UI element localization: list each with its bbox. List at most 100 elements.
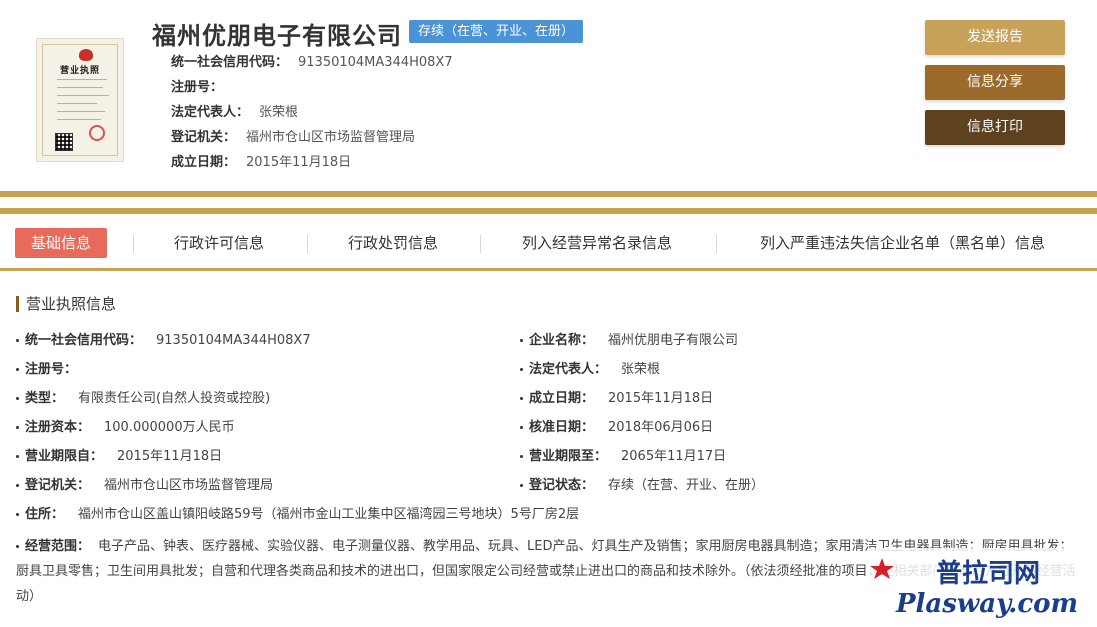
bullet [520,455,523,458]
header-field-authority: 登记机关： 福州市仓山区市场监督管理局 [171,126,415,145]
field-value: 91350104MA344H08X7 [298,55,453,70]
field-label: 经营范围： [25,539,91,554]
bullet [16,455,19,458]
field-label: 注册资本： [25,420,91,435]
section-title: 营业执照信息 [16,294,116,314]
company-name: 福州优朋电子有限公司 [152,22,402,50]
send-report-button[interactable]: 发送报告 [925,20,1065,55]
bullet [16,484,19,487]
tab-abnormal-list[interactable]: 列入经营异常名录信息 [522,228,672,258]
field-label: 营业期限自： [25,449,104,464]
bullet [16,339,19,342]
field-credit-code: 统一社会信用代码： 91350104MA344H08X7 [16,332,311,350]
license-title: 营业执照 [59,66,100,76]
bullet [16,513,19,516]
field-type: 类型： 有限责任公司(自然人投资或控股) [16,390,270,408]
field-term-to: 营业期限至： 2065年11月17日 [520,448,726,466]
share-info-button[interactable]: 信息分享 [925,65,1065,100]
field-value: 张荣根 [259,105,299,120]
field-term-from: 营业期限自： 2015年11月18日 [16,448,222,466]
field-value: 100.000000万人民币 [104,420,235,435]
tab-separator [133,235,134,253]
header-field-reg-no: 注册号： [171,76,233,95]
page: 营业执照 福州优朋电子有限公司 存续（在营、开业、在册） 统一社会信用代码： 91… [0,0,1097,627]
header-field-established: 成立日期： 2015年11月18日 [171,151,351,170]
watermark-brand-cn: 普拉司网 [936,558,1040,589]
field-value: 张荣根 [621,362,661,377]
qr-code-icon [55,133,73,151]
field-label: 成立日期： [529,391,595,406]
license-line [57,103,97,104]
status-badge: 存续（在营、开业、在册） [409,20,584,43]
field-label: 类型： [25,391,65,406]
field-status: 登记状态： 存续（在营、开业、在册） [520,477,764,495]
field-label: 成立日期： [171,155,237,170]
license-line [57,95,109,96]
business-license-icon[interactable]: 营业执照 [36,38,124,162]
bullet [520,368,523,371]
field-value: 存续（在营、开业、在册） [608,478,765,493]
bullet [520,426,523,429]
header-field-credit-code: 统一社会信用代码： 91350104MA344H08X7 [171,51,453,70]
bullet [520,484,523,487]
field-value: 91350104MA344H08X7 [156,333,311,348]
field-label: 统一社会信用代码： [171,55,289,70]
field-label: 登记机关： [25,478,91,493]
field-authority: 登记机关： 福州市仓山区市场监督管理局 [16,477,273,495]
field-value: 2015年11月18日 [608,391,714,406]
field-value: 福州优朋电子有限公司 [608,333,739,348]
field-reg-no: 注册号： [16,361,91,379]
field-label: 营业期限至： [529,449,608,464]
field-label: 登记机关： [171,130,237,145]
bullet [16,426,19,429]
license-frame: 营业执照 [42,44,118,156]
field-value: 2015年11月18日 [117,449,223,464]
watermark-brand-en: Plasway.com [895,589,1078,619]
field-label: 住所： [25,507,65,522]
field-value: 福州市仓山区市场监督管理局 [246,130,416,145]
red-seal-icon [89,125,105,141]
field-company-name: 企业名称： 福州优朋电子有限公司 [520,332,738,350]
license-line [57,79,107,80]
field-capital: 注册资本： 100.000000万人民币 [16,419,235,437]
field-label: 法定代表人： [171,105,250,120]
header-divider [0,191,1097,197]
plasway-watermark-logo: 普拉司网 Plasway.com [868,548,1092,620]
field-label: 企业名称： [529,333,595,348]
field-value: 2065年11月17日 [621,449,727,464]
header-field-legal-rep: 法定代表人： 张荣根 [171,101,298,120]
field-legal-rep: 法定代表人： 张荣根 [520,361,660,379]
bullet [16,368,19,371]
license-line [57,87,103,88]
field-label: 法定代表人： [529,362,608,377]
license-line [57,111,105,112]
tab-basic-info[interactable]: 基础信息 [15,228,108,258]
field-label: 核准日期： [529,420,595,435]
field-value: 福州市仓山区市场监督管理局 [104,478,274,493]
field-label: 注册号： [171,80,224,95]
license-line [57,119,101,120]
field-value: 有限责任公司(自然人投资或控股) [78,391,271,406]
tab-admin-license[interactable]: 行政许可信息 [174,228,264,258]
field-address: 住所： 福州市仓山区盖山镇阳岐路59号（福州市金山工业集中区福湾园三号地块）5号厂… [16,506,579,524]
field-established: 成立日期： 2015年11月18日 [520,390,713,408]
tab-separator [480,235,481,253]
tab-separator [307,235,308,253]
bullet [520,339,523,342]
field-label: 统一社会信用代码： [25,333,143,348]
field-value: 2015年11月18日 [246,155,352,170]
field-label: 注册号： [25,362,78,377]
field-label: 登记状态： [529,478,595,493]
tab-admin-penalty[interactable]: 行政处罚信息 [348,228,438,258]
field-value: 2018年06月06日 [608,420,714,435]
print-info-button[interactable]: 信息打印 [925,110,1065,145]
tab-separator [716,235,717,253]
bullet [520,397,523,400]
bullet [16,397,19,400]
tabs-bottom-divider [0,268,1097,271]
field-value: 福州市仓山区盖山镇阳岐路59号（福州市金山工业集中区福湾园三号地块）5号厂房2层 [78,507,580,522]
bullet [16,545,19,548]
tab-blacklist[interactable]: 列入严重违法失信企业名单（黑名单）信息 [760,228,1045,258]
field-approved: 核准日期： 2018年06月06日 [520,419,713,437]
national-emblem-icon [79,49,93,61]
